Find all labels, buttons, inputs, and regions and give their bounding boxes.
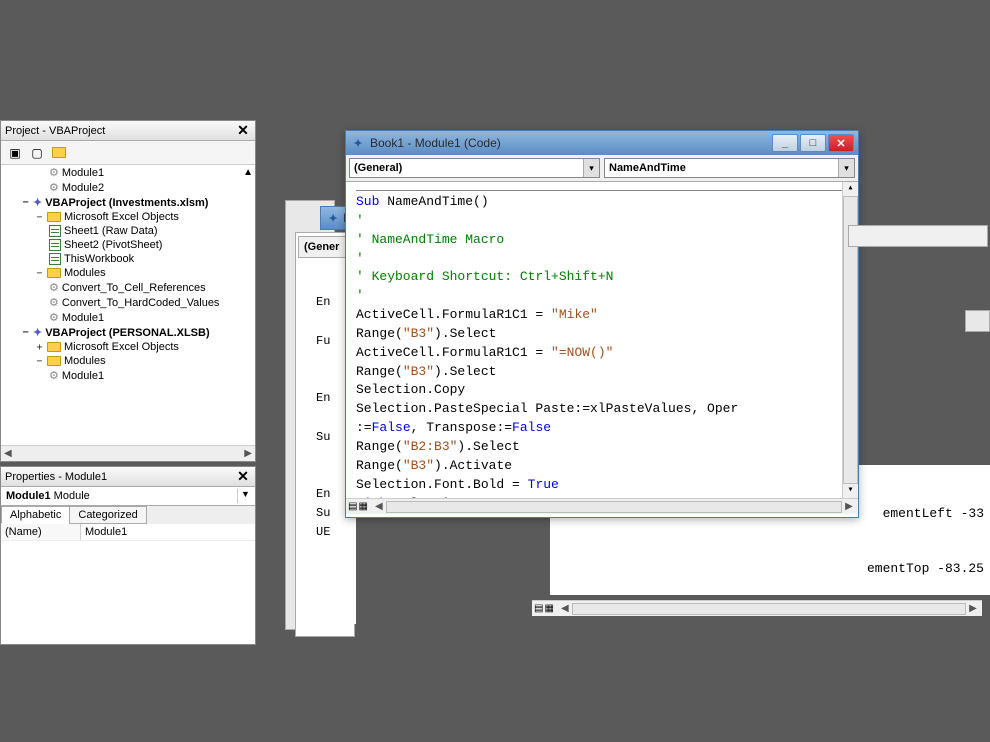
tree-modules-folder[interactable]: −Modules — [1, 266, 255, 280]
tree-sheet1[interactable]: Sheet1 (Raw Data) — [1, 224, 255, 238]
code-window-titlebar[interactable]: ✦ Book1 - Module1 (Code) _ □ ✕ — [346, 131, 858, 155]
bg-hscroll[interactable]: ▤▦ ◀ ▶ — [532, 600, 982, 616]
hscroll-right-icon[interactable]: ▶ — [244, 448, 252, 459]
vscroll-down-icon[interactable]: ▾ — [843, 484, 858, 498]
properties-close-icon[interactable]: ✕ — [235, 469, 251, 485]
tab-alphabetic[interactable]: Alphabetic — [1, 506, 70, 524]
procedure-dropdown-text: NameAndTime — [605, 162, 838, 174]
properties-panel: Properties - Module1 ✕ Module1 Module ▼ … — [0, 466, 256, 645]
view-full-icon[interactable]: ▦ — [358, 501, 367, 512]
procedure-dropdown[interactable]: NameAndTime ▾ — [604, 158, 855, 178]
vba-icon: ✦ — [350, 135, 366, 151]
hscroll-left-icon[interactable]: ◀ — [558, 603, 572, 614]
hscroll-right-icon[interactable]: ▶ — [966, 603, 980, 614]
hscroll-right-icon[interactable]: ▶ — [842, 501, 856, 512]
view-code-icon[interactable]: ▣ — [7, 145, 23, 161]
code-window-dropdowns: (General) ▾ NameAndTime ▾ — [346, 155, 858, 182]
project-explorer-close-icon[interactable]: ✕ — [235, 123, 251, 139]
tree-scroll-up-icon[interactable]: ▲ — [243, 167, 253, 178]
chevron-down-icon[interactable]: ▾ — [838, 159, 854, 177]
main-code-window: ✦ Book1 - Module1 (Code) _ □ ✕ (General)… — [345, 130, 859, 518]
maximize-button[interactable]: □ — [800, 134, 826, 152]
tree-module1b[interactable]: ⚙Module1 — [1, 310, 255, 325]
minimize-button[interactable]: _ — [772, 134, 798, 152]
hscroll-left-icon[interactable]: ◀ — [372, 501, 386, 512]
tab-categorized[interactable]: Categorized — [69, 506, 146, 524]
tree-project-personal[interactable]: −✦VBAProject (PERSONAL.XLSB) — [1, 325, 255, 340]
chevron-down-icon[interactable]: ▼ — [237, 489, 253, 503]
bg-right-dd[interactable] — [848, 225, 988, 247]
project-explorer-header[interactable]: Project - VBAProject ✕ — [1, 121, 255, 141]
chevron-down-icon[interactable]: ▾ — [583, 159, 599, 177]
project-tree[interactable]: ▲ ⚙Module1 ⚙Module2 −✦VBAProject (Invest… — [1, 165, 255, 445]
object-dropdown[interactable]: (General) ▾ — [349, 158, 600, 178]
view-full-icon[interactable]: ▦ — [544, 603, 553, 614]
properties-object-dropdown[interactable]: Module1 Module ▼ — [1, 487, 255, 506]
project-explorer-panel: Project - VBAProject ✕ ▣ ▢ ▲ ⚙Module1 ⚙M… — [0, 120, 256, 462]
property-row-name[interactable]: (Name) Module1 — [1, 524, 255, 541]
tree-thisworkbook[interactable]: ThisWorkbook — [1, 252, 255, 266]
properties-grid[interactable]: (Name) Module1 — [1, 524, 255, 644]
tree-module1[interactable]: ⚙Module1 — [1, 165, 255, 180]
vba-icon: ✦ — [327, 210, 339, 226]
hscroll-left-icon[interactable]: ◀ — [4, 448, 12, 459]
close-button[interactable]: ✕ — [828, 134, 854, 152]
tree-sheet2[interactable]: Sheet2 (PivotSheet) — [1, 238, 255, 252]
view-proc-icon[interactable]: ▤ — [534, 603, 543, 614]
view-proc-icon[interactable]: ▤ — [348, 501, 357, 512]
hscroll-track[interactable] — [386, 501, 842, 513]
tree-project-investments[interactable]: −✦VBAProject (Investments.xlsm) — [1, 195, 255, 210]
vscroll-up-icon[interactable]: ▴ — [843, 182, 858, 196]
toggle-folders-icon[interactable] — [51, 145, 67, 161]
bg-right-fragment — [965, 310, 990, 332]
code-editor[interactable]: Sub NameAndTime() ' ' NameAndTime Macro … — [346, 182, 858, 498]
property-name-label: (Name) — [1, 524, 81, 540]
tree-convert-cell[interactable]: ⚙Convert_To_Cell_References — [1, 280, 255, 295]
properties-object-text: Module1 Module — [3, 489, 237, 503]
properties-title: Properties - Module1 — [5, 471, 235, 483]
tree-module2[interactable]: ⚙Module2 — [1, 180, 255, 195]
properties-tabs: Alphabetic Categorized — [1, 506, 255, 524]
hscroll[interactable]: ▤▦ ◀ ▶ — [346, 498, 858, 514]
properties-header[interactable]: Properties - Module1 ✕ — [1, 467, 255, 487]
code-window-title: Book1 - Module1 (Code) — [370, 136, 772, 150]
view-object-icon[interactable]: ▢ — [29, 145, 45, 161]
tree-modules-folder2[interactable]: −Modules — [1, 354, 255, 368]
object-dropdown-text: (General) — [350, 162, 583, 174]
tree-excel-objects2[interactable]: +Microsoft Excel Objects — [1, 340, 255, 354]
project-explorer-title: Project - VBAProject — [5, 125, 235, 137]
hscroll-track[interactable] — [572, 603, 966, 615]
tree-convert-hard[interactable]: ⚙Convert_To_HardCoded_Values — [1, 295, 255, 310]
tree-excel-objects[interactable]: −Microsoft Excel Objects — [1, 210, 255, 224]
tree-hscroll[interactable]: ◀ ▶ — [1, 445, 255, 461]
project-toolbar: ▣ ▢ — [1, 141, 255, 165]
property-name-value[interactable]: Module1 — [81, 524, 255, 540]
tree-module1c[interactable]: ⚙Module1 — [1, 368, 255, 383]
